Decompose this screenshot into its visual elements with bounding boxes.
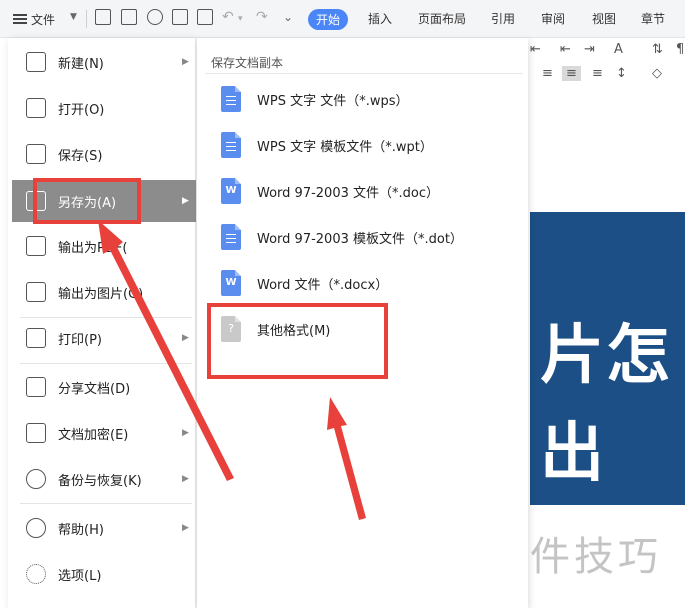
menu-item-label: 备份与恢复(K) bbox=[58, 473, 142, 489]
submenu-arrow-icon: ▶ bbox=[182, 523, 189, 533]
hamburger-icon bbox=[13, 14, 27, 24]
file-menu-button[interactable]: 文件 bbox=[7, 8, 65, 30]
folder-open-icon bbox=[26, 98, 46, 118]
chevron-down-icon[interactable]: ▼ bbox=[70, 12, 77, 22]
menu-item-options[interactable]: 选项(L) bbox=[12, 554, 196, 594]
menu-item-share[interactable]: 分享文档(D) bbox=[12, 367, 196, 407]
submenu-divider bbox=[205, 73, 523, 74]
ribbon-row-2: ≡ ≡ ≡ ↕ ◇ bbox=[530, 66, 685, 88]
save-as-doc[interactable]: W Word 97-2003 文件（*.doc） bbox=[221, 176, 511, 206]
backup-icon bbox=[26, 469, 46, 489]
menu-divider bbox=[20, 363, 192, 364]
menu-item-open[interactable]: 打开(O) bbox=[12, 88, 196, 128]
save-as-docx[interactable]: W Word 文件（*.docx） bbox=[221, 268, 511, 298]
save-as-wps[interactable]: WPS 文字 文件（*.wps） bbox=[221, 84, 511, 114]
image-text-line1: 片怎 bbox=[540, 319, 672, 393]
menu-item-print[interactable]: 打印(P) ▶ bbox=[12, 318, 196, 358]
submenu-arrow-icon: ▶ bbox=[182, 333, 189, 343]
undo-dropdown-icon[interactable]: ▾ bbox=[238, 14, 243, 24]
submenu-arrow-icon: ▶ bbox=[182, 57, 189, 67]
word-doc-icon: W bbox=[221, 178, 241, 204]
word-template-icon bbox=[221, 224, 241, 250]
decrease-indent-icon[interactable]: ⇤ bbox=[560, 42, 571, 57]
menu-item-export-image[interactable]: 输出为图片(G) bbox=[12, 272, 196, 312]
annotation-box-other-formats bbox=[207, 303, 388, 379]
menu-item-label: 保存(S) bbox=[58, 148, 103, 164]
top-toolbar: 文件 ▼ ↶ ▾ ↷ ⌄ 开始 插入 页面布局 引用 审阅 视图 章节 bbox=[0, 0, 685, 38]
image-text-line2: 出 bbox=[540, 417, 606, 491]
save-as-dot[interactable]: Word 97-2003 模板文件（*.dot） bbox=[221, 222, 511, 252]
menu-item-label: 输出为PDF( bbox=[58, 240, 128, 256]
tab-references[interactable]: 引用 bbox=[491, 10, 515, 27]
menu-item-backup[interactable]: 备份与恢复(K) ▶ bbox=[12, 459, 196, 499]
submenu-arrow-icon: ▶ bbox=[182, 474, 189, 484]
print-icon[interactable] bbox=[172, 9, 188, 25]
menu-divider bbox=[20, 503, 192, 504]
tab-chapter[interactable]: 章节 bbox=[641, 10, 665, 27]
submenu-item-label: Word 97-2003 文件（*.doc） bbox=[257, 185, 439, 201]
menu-item-label: 分享文档(D) bbox=[58, 381, 131, 397]
menu-item-help[interactable]: 帮助(H) ▶ bbox=[12, 508, 196, 548]
encrypt-icon bbox=[26, 423, 46, 443]
printer-icon bbox=[26, 328, 46, 348]
save-icon bbox=[26, 144, 46, 164]
menu-item-label: 打开(O) bbox=[58, 102, 105, 118]
tab-view[interactable]: 视图 bbox=[592, 10, 616, 27]
sort-icon[interactable]: ⇅ bbox=[652, 42, 663, 57]
more-chevron-icon[interactable]: ⌄ bbox=[283, 10, 293, 24]
save-icon[interactable] bbox=[121, 9, 137, 25]
align-right-icon[interactable]: ≡ bbox=[542, 66, 553, 81]
tab-page-layout[interactable]: 页面布局 bbox=[418, 10, 466, 27]
submenu-item-label: WPS 文字 模板文件（*.wpt） bbox=[257, 139, 433, 155]
file-menu-panel: 新建(N) ▶ 打开(O) 保存(S) 另存为(A) ▶ 输出为PDF( 输出为… bbox=[8, 38, 196, 608]
pdf-export-icon bbox=[26, 236, 46, 256]
undo-icon[interactable]: ↶ bbox=[222, 9, 234, 25]
line-spacing-icon[interactable]: ↕ bbox=[616, 66, 627, 81]
tab-home[interactable]: 开始 bbox=[308, 9, 349, 30]
shading-icon[interactable]: ◇ bbox=[652, 66, 662, 81]
word-docx-icon: W bbox=[221, 270, 241, 296]
menu-item-label: 新建(N) bbox=[58, 56, 104, 72]
help-icon bbox=[26, 518, 46, 538]
tab-review[interactable]: 审阅 bbox=[541, 10, 565, 27]
toolbar-divider bbox=[86, 10, 87, 28]
menu-item-label: 输出为图片(G) bbox=[58, 286, 144, 302]
menu-item-label: 打印(P) bbox=[58, 332, 102, 348]
tab-insert[interactable]: 插入 bbox=[368, 10, 392, 27]
distribute-icon[interactable]: ≡ bbox=[592, 66, 603, 81]
ribbon-row-1: ⇤ ⇤ ⇥ A ⇅ ¶ bbox=[530, 42, 685, 64]
align-icon[interactable]: ⇤ bbox=[530, 42, 541, 57]
submenu-item-label: Word 文件（*.docx） bbox=[257, 277, 389, 293]
format-painter-icon[interactable] bbox=[147, 9, 163, 25]
document-image: 片怎 出 bbox=[530, 212, 685, 505]
wps-doc-icon bbox=[221, 86, 241, 112]
file-menu-label: 文件 bbox=[31, 12, 56, 27]
share-icon bbox=[26, 377, 46, 397]
menu-item-label: 文档加密(E) bbox=[58, 427, 129, 443]
menu-item-label: 选项(L) bbox=[58, 568, 102, 584]
show-marks-icon[interactable]: ¶ bbox=[676, 42, 684, 57]
menu-item-save[interactable]: 保存(S) bbox=[12, 134, 196, 174]
open-folder-icon[interactable] bbox=[95, 9, 111, 25]
save-as-wpt[interactable]: WPS 文字 模板文件（*.wpt） bbox=[221, 130, 511, 160]
wps-template-icon bbox=[221, 132, 241, 158]
menu-item-label: 帮助(H) bbox=[58, 522, 104, 538]
print-preview-icon[interactable] bbox=[197, 9, 213, 25]
menu-item-new[interactable]: 新建(N) ▶ bbox=[12, 42, 196, 82]
annotation-box-save-as bbox=[33, 178, 141, 224]
submenu-arrow-icon: ▶ bbox=[182, 428, 189, 438]
justify-icon[interactable]: ≡ bbox=[562, 66, 581, 81]
text-format-icon[interactable]: A bbox=[614, 42, 623, 57]
redo-icon[interactable]: ↷ bbox=[256, 9, 268, 25]
settings-gear-icon bbox=[26, 564, 46, 584]
submenu-item-label: Word 97-2003 模板文件（*.dot） bbox=[257, 231, 463, 247]
new-file-icon bbox=[26, 52, 46, 72]
menu-item-export-pdf[interactable]: 输出为PDF( bbox=[12, 226, 196, 266]
submenu-title: 保存文档副本 bbox=[211, 56, 284, 70]
menu-item-encrypt[interactable]: 文档加密(E) ▶ bbox=[12, 413, 196, 453]
submenu-item-label: WPS 文字 文件（*.wps） bbox=[257, 93, 409, 109]
increase-indent-icon[interactable]: ⇥ bbox=[584, 42, 595, 57]
image-export-icon bbox=[26, 282, 46, 302]
submenu-arrow-icon: ▶ bbox=[182, 196, 189, 206]
